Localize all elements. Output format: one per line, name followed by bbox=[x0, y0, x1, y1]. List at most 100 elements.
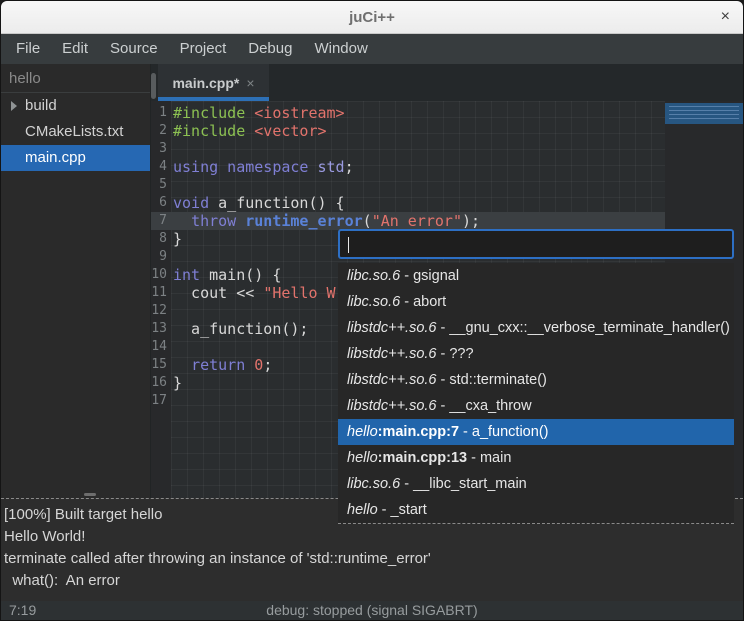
frame-library: libstdc++.so.6 bbox=[347, 320, 436, 336]
menu-item-window[interactable]: Window bbox=[303, 34, 378, 64]
code-text: int main() { bbox=[170, 266, 281, 284]
frame-function: - main bbox=[467, 450, 511, 466]
pane-resize-handle[interactable] bbox=[84, 493, 96, 496]
code-text: #include <iostream> bbox=[170, 104, 345, 122]
output-line: Hello World! bbox=[4, 526, 743, 548]
frame-function: - _start bbox=[378, 502, 427, 518]
backtrace-item[interactable]: hello:main.cpp:7 - a_function() bbox=[338, 419, 734, 445]
token: 0 bbox=[254, 356, 263, 374]
file-tree-sidebar: hello buildCMakeLists.txtmain.cpp bbox=[1, 64, 151, 498]
code-line-2[interactable]: 2#include <vector> bbox=[151, 122, 665, 140]
frame-function: - abort bbox=[400, 294, 446, 310]
output-line: terminate called after throwing an insta… bbox=[4, 548, 743, 570]
token: <vector> bbox=[254, 122, 326, 140]
code-line-5[interactable]: 5 bbox=[151, 176, 665, 194]
backtrace-item[interactable]: libc.so.6 - gsignal bbox=[338, 263, 734, 289]
code-text bbox=[170, 302, 173, 320]
code-line-6[interactable]: 6void a_function() { bbox=[151, 194, 665, 212]
code-text: cout << "Hello W bbox=[170, 284, 336, 302]
frame-function: - std::terminate() bbox=[436, 372, 546, 388]
app-window: juCi++ × FileEditSourceProjectDebugWindo… bbox=[0, 0, 744, 621]
backtrace-filter-input[interactable] bbox=[338, 229, 734, 259]
line-number: 6 bbox=[151, 194, 170, 212]
token: "Hello W bbox=[263, 284, 335, 302]
sidebar-item-label: main.cpp bbox=[25, 149, 86, 166]
frame-location: :main.cpp:7 bbox=[378, 424, 459, 440]
tab-label: main.cpp* bbox=[172, 75, 239, 91]
frame-library: libstdc++.so.6 bbox=[347, 398, 436, 414]
tab-main-cpp[interactable]: main.cpp* × bbox=[158, 64, 269, 101]
sidebar-item-label: CMakeLists.txt bbox=[25, 123, 123, 140]
backtrace-item[interactable]: libstdc++.so.6 - std::terminate() bbox=[338, 367, 734, 393]
code-text: return 0; bbox=[170, 356, 272, 374]
token: "An error" bbox=[372, 212, 462, 230]
code-line-4[interactable]: 4using namespace std; bbox=[151, 158, 665, 176]
token: throw bbox=[191, 212, 236, 230]
backtrace-item[interactable]: libc.so.6 - abort bbox=[338, 289, 734, 315]
token: void bbox=[173, 194, 209, 212]
token: a_function(); bbox=[173, 320, 308, 338]
token: } bbox=[173, 374, 182, 392]
token: return bbox=[191, 356, 245, 374]
code-text bbox=[170, 392, 173, 410]
line-number: 3 bbox=[151, 140, 170, 158]
line-number: 11 bbox=[151, 284, 170, 302]
debug-info-overlay-text-lines bbox=[669, 106, 739, 121]
line-number: 8 bbox=[151, 230, 170, 248]
menu-item-file[interactable]: File bbox=[5, 34, 51, 64]
tab-bar: main.cpp* × bbox=[151, 64, 744, 101]
window-close-button[interactable]: × bbox=[721, 7, 730, 27]
debug-status: debug: stopped (signal SIGABRT) bbox=[1, 602, 743, 618]
backtrace-item[interactable]: libc.so.6 - __libc_start_main bbox=[338, 471, 734, 497]
frame-library: hello bbox=[347, 424, 378, 440]
output-line: what(): An error bbox=[4, 570, 743, 592]
sidebar-scrollbar-thumb[interactable] bbox=[151, 73, 156, 99]
token: ); bbox=[462, 212, 480, 230]
line-number: 13 bbox=[151, 320, 170, 338]
tab-close-icon[interactable]: × bbox=[246, 75, 254, 91]
code-text: using namespace std; bbox=[170, 158, 354, 176]
frame-library: libc.so.6 bbox=[347, 268, 400, 284]
frame-function: - __gnu_cxx::__verbose_terminate_handler… bbox=[436, 320, 729, 336]
code-text: #include <vector> bbox=[170, 122, 327, 140]
code-line-7[interactable]: 7 throw runtime_error("An error"); bbox=[151, 212, 665, 230]
line-number: 12 bbox=[151, 302, 170, 320]
expand-arrow-icon[interactable] bbox=[11, 101, 17, 111]
code-line-1[interactable]: 1#include <iostream> bbox=[151, 104, 665, 122]
menu-item-debug[interactable]: Debug bbox=[237, 34, 303, 64]
token: #include bbox=[173, 122, 254, 140]
token: main() { bbox=[200, 266, 281, 284]
backtrace-item[interactable]: libstdc++.so.6 - __gnu_cxx::__verbose_te… bbox=[338, 315, 734, 341]
code-text bbox=[170, 338, 173, 356]
menu-item-edit[interactable]: Edit bbox=[51, 34, 99, 64]
code-line-3[interactable]: 3 bbox=[151, 140, 665, 158]
token: ; bbox=[345, 158, 354, 176]
token: ; bbox=[263, 356, 272, 374]
menu-item-project[interactable]: Project bbox=[169, 34, 238, 64]
token: std bbox=[318, 158, 345, 176]
sidebar-item-build[interactable]: build bbox=[1, 93, 150, 119]
backtrace-item[interactable]: libstdc++.so.6 - __cxa_throw bbox=[338, 393, 734, 419]
text-cursor bbox=[348, 237, 349, 253]
line-number: 1 bbox=[151, 104, 170, 122]
backtrace-popup: libc.so.6 - gsignallibc.so.6 - abortlibs… bbox=[338, 229, 734, 524]
line-number: 16 bbox=[151, 374, 170, 392]
backtrace-item[interactable]: hello - _start bbox=[338, 497, 734, 523]
menu-item-source[interactable]: Source bbox=[99, 34, 169, 64]
window-title: juCi++ bbox=[349, 9, 395, 26]
frame-library: hello bbox=[347, 502, 378, 518]
code-text: void a_function() { bbox=[170, 194, 345, 212]
line-number: 7 bbox=[151, 212, 170, 230]
token: ( bbox=[363, 212, 372, 230]
frame-library: libc.so.6 bbox=[347, 294, 400, 310]
backtrace-item[interactable]: libstdc++.so.6 - ??? bbox=[338, 341, 734, 367]
code-text bbox=[170, 140, 173, 158]
frame-library: libc.so.6 bbox=[347, 476, 400, 492]
sidebar-item-cmakelists-txt[interactable]: CMakeLists.txt bbox=[1, 119, 150, 145]
sidebar-item-main-cpp[interactable]: main.cpp bbox=[1, 145, 150, 171]
token: } bbox=[173, 230, 182, 248]
backtrace-item[interactable]: hello:main.cpp:13 - main bbox=[338, 445, 734, 471]
token bbox=[245, 356, 254, 374]
token: a_function() { bbox=[209, 194, 344, 212]
file-tree: build CMakeLists.txt main.cpp bbox=[1, 93, 150, 171]
